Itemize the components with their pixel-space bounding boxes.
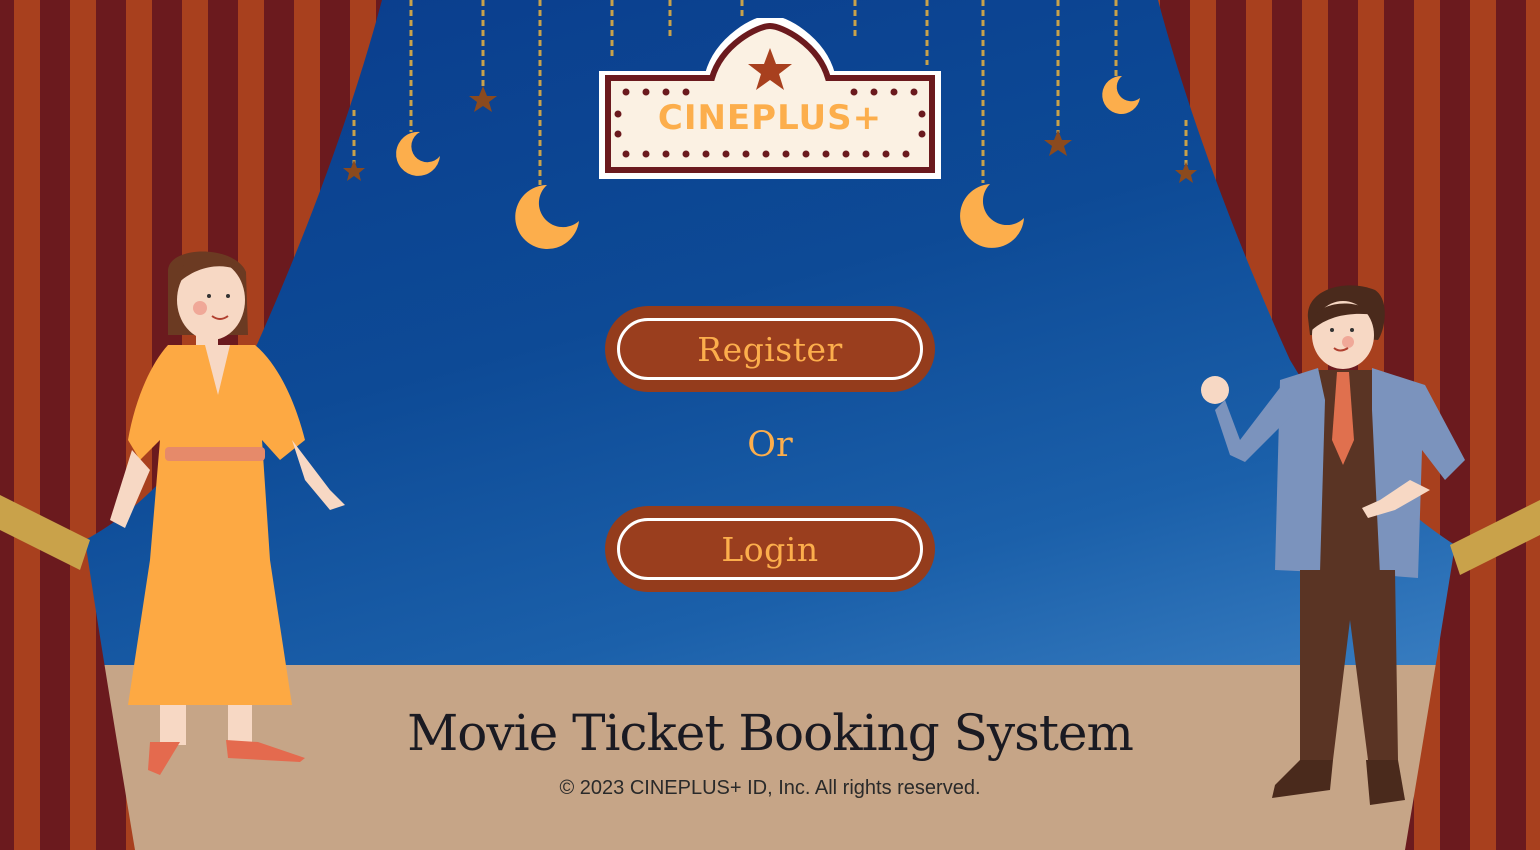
register-button-label: Register: [697, 329, 843, 369]
welcome-screen: CINEPLUS+ Register Or Login Movie Ticket…: [0, 0, 1540, 850]
or-separator: Or: [747, 425, 793, 465]
login-button-frame[interactable]: Login: [617, 518, 923, 580]
page-title: Movie Ticket Booking System: [407, 704, 1134, 762]
register-button-frame[interactable]: Register: [617, 318, 923, 380]
register-button[interactable]: Register: [605, 306, 935, 392]
login-button-label: Login: [721, 529, 819, 569]
logo-text: CINEPLUS+: [657, 98, 883, 138]
login-button[interactable]: Login: [605, 506, 935, 592]
marquee-logo: CINEPLUS+: [596, 18, 944, 180]
copyright-text: © 2023 CINEPLUS+ ID, Inc. All rights res…: [559, 777, 981, 799]
